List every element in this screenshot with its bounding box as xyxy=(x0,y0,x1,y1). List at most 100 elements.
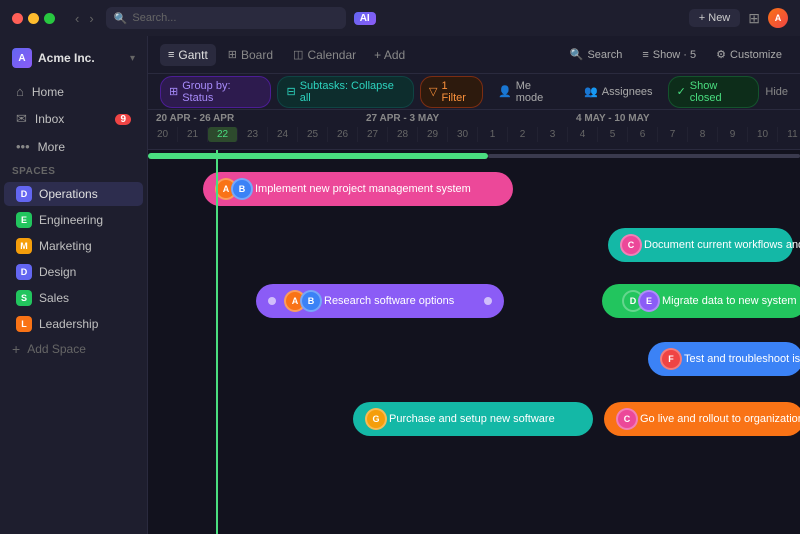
spaces-section-label: Spaces xyxy=(0,160,147,181)
task-bar-purchase[interactable]: G Purchase and setup new software xyxy=(353,402,593,436)
filter-count-chip[interactable]: ▽ 1 Filter xyxy=(420,76,483,108)
day-3: 3 xyxy=(538,127,568,142)
day-27: 27 xyxy=(358,127,388,142)
tab-calendar-label: Calendar xyxy=(307,48,356,62)
filter-bar: ⊞ Group by: Status ⊟ Subtasks: Collapse … xyxy=(148,74,800,110)
gantt-icon: ≡ xyxy=(168,49,174,61)
avatar-5: E xyxy=(638,290,660,312)
right-handle[interactable] xyxy=(484,297,492,305)
task-test-label: Test and troubleshoot issues xyxy=(684,353,800,365)
marketing-icon: M xyxy=(16,238,32,254)
date-range-3: 4 MAY - 10 MAY xyxy=(568,110,800,127)
close-button[interactable] xyxy=(12,13,23,24)
assignees-filter[interactable]: 👥 Assignees xyxy=(575,81,661,102)
show-icon: ≡ xyxy=(642,49,648,61)
sidebar-inbox-label: Inbox xyxy=(35,112,64,126)
view-toolbar: ≡ Gantt ⊞ Board ◫ Calendar + Add 🔍 Searc… xyxy=(148,36,800,74)
workspace-logo: A xyxy=(12,48,32,68)
sidebar-home-label: Home xyxy=(32,85,64,99)
marketing-label: Marketing xyxy=(39,239,92,253)
day-6: 6 xyxy=(628,127,658,142)
day-5: 5 xyxy=(598,127,628,142)
back-button[interactable]: ‹ xyxy=(71,9,83,28)
sales-label: Sales xyxy=(39,291,69,305)
sidebar-item-design[interactable]: D Design xyxy=(4,260,143,284)
task-purchase-label: Purchase and setup new software xyxy=(389,413,555,425)
tab-board[interactable]: ⊞ Board xyxy=(220,44,281,66)
minimize-button[interactable] xyxy=(28,13,39,24)
add-view-button[interactable]: + Add xyxy=(368,44,411,66)
task-bar-implement[interactable]: A B Implement new project management sys… xyxy=(203,172,513,206)
day-24: 24 xyxy=(268,127,298,142)
sidebar-item-home[interactable]: ⌂ Home xyxy=(4,79,143,104)
avatar-7: G xyxy=(365,408,387,430)
add-space-button[interactable]: + Add Space xyxy=(0,337,147,361)
sidebar-item-inbox[interactable]: ✉ Inbox 9 xyxy=(4,106,143,132)
maximize-button[interactable] xyxy=(44,13,55,24)
tab-calendar[interactable]: ◫ Calendar xyxy=(285,44,364,66)
customize-button[interactable]: ⚙ Customize xyxy=(710,45,788,64)
day-23: 23 xyxy=(238,127,268,142)
show-label: Show · 5 xyxy=(653,49,696,61)
design-icon: D xyxy=(16,264,32,280)
search-icon: 🔍 xyxy=(570,48,584,61)
task-bar-research[interactable]: A B Research software options xyxy=(256,284,504,318)
day-7: 7 xyxy=(658,127,688,142)
workspace-header[interactable]: A Acme Inc. ▾ xyxy=(0,44,147,72)
task-avatars: C xyxy=(616,408,632,430)
show-button[interactable]: ≡ Show · 5 xyxy=(636,46,702,64)
task-bar-migrate[interactable]: D E Migrate data to new system xyxy=(602,284,800,318)
search-button[interactable]: 🔍 Search xyxy=(564,45,629,64)
hide-label[interactable]: Hide xyxy=(765,86,788,98)
toolbar-right: 🔍 Search ≡ Show · 5 ⚙ Customize xyxy=(564,45,788,64)
day-1: 1 xyxy=(478,127,508,142)
group-by-filter[interactable]: ⊞ Group by: Status xyxy=(160,76,271,108)
search-icon: 🔍 xyxy=(114,12,128,25)
operations-icon: D xyxy=(16,186,32,202)
forward-button[interactable]: › xyxy=(85,9,97,28)
task-research-label: Research software options xyxy=(324,295,454,307)
search-placeholder: Search... xyxy=(132,12,176,24)
day-20: 20 xyxy=(148,127,178,142)
sidebar-item-marketing[interactable]: M Marketing xyxy=(4,234,143,258)
ai-badge[interactable]: AI xyxy=(354,12,376,25)
subtasks-filter[interactable]: ⊟ Subtasks: Collapse all xyxy=(277,76,414,108)
assignees-label: Assignees xyxy=(602,86,653,98)
chevron-down-icon: ▾ xyxy=(130,53,135,64)
avatar-6: F xyxy=(660,348,682,370)
sidebar-item-engineering[interactable]: E Engineering xyxy=(4,208,143,232)
avatar-3b: C xyxy=(616,408,638,430)
sidebar-item-more[interactable]: ••• More xyxy=(4,134,143,159)
sales-icon: S xyxy=(16,290,32,306)
date-range-1: 20 APR - 26 APR xyxy=(148,110,358,127)
group-icon: ⊞ xyxy=(169,85,178,98)
user-avatar[interactable]: A xyxy=(768,8,788,28)
task-avatars: A B xyxy=(284,290,316,312)
engineering-icon: E xyxy=(16,212,32,228)
new-button[interactable]: + New xyxy=(689,9,741,27)
sidebar-item-sales[interactable]: S Sales xyxy=(4,286,143,310)
show-closed-filter[interactable]: ✓ Show closed xyxy=(668,76,760,108)
search-label: Search xyxy=(587,49,622,61)
task-avatars: D E xyxy=(622,290,654,312)
check-icon: ✓ xyxy=(677,85,686,98)
group-by-label: Group by: Status xyxy=(182,80,262,104)
workspace-name: Acme Inc. xyxy=(38,51,124,65)
task-bar-test[interactable]: F Test and troubleshoot issues xyxy=(648,342,800,376)
task-bar-document[interactable]: C Document current workflows and process… xyxy=(608,228,793,262)
grid-icon[interactable]: ⊞ xyxy=(748,10,760,27)
leadership-icon: L xyxy=(16,316,32,332)
leadership-label: Leadership xyxy=(39,317,98,331)
day-4: 4 xyxy=(568,127,598,142)
left-handle[interactable] xyxy=(268,297,276,305)
main-content: ≡ Gantt ⊞ Board ◫ Calendar + Add 🔍 Searc… xyxy=(148,36,800,534)
sidebar-item-operations[interactable]: D Operations xyxy=(4,182,143,206)
me-mode-filter[interactable]: 👤 Me mode xyxy=(489,76,569,108)
calendar-icon: ◫ xyxy=(293,48,303,61)
global-search-bar[interactable]: 🔍 Search... xyxy=(106,7,346,29)
sidebar-item-leadership[interactable]: L Leadership xyxy=(4,312,143,336)
day-25: 25 xyxy=(298,127,328,142)
sidebar: A Acme Inc. ▾ ⌂ Home ✉ Inbox 9 ••• More … xyxy=(0,36,148,534)
tab-gantt[interactable]: ≡ Gantt xyxy=(160,44,216,66)
task-bar-golive[interactable]: C Go live and rollout to organization xyxy=(604,402,800,436)
